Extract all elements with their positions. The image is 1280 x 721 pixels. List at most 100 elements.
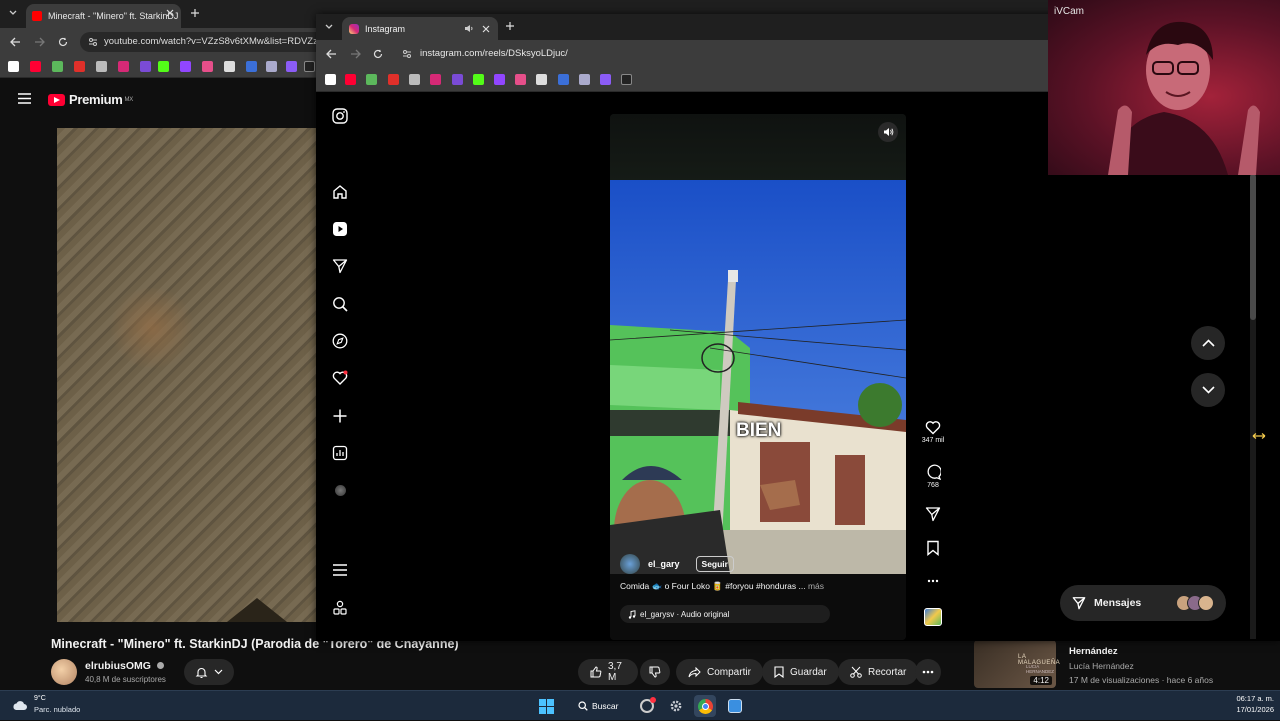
reels-icon[interactable] — [330, 219, 350, 239]
save-button[interactable]: Guardar — [762, 659, 839, 685]
x-bookmark-icon[interactable] — [8, 61, 19, 72]
new-tab-icon[interactable] — [505, 21, 515, 31]
youtube-tab[interactable]: Minecraft - "Minero" ft. StarkinDJ — [26, 4, 181, 28]
taskbar-app-recording[interactable] — [636, 695, 658, 717]
instagram-bookmark-icon[interactable] — [118, 61, 129, 72]
back-icon[interactable] — [326, 49, 337, 59]
youtube-video-player[interactable] — [57, 128, 317, 622]
s-bookmark-icon[interactable] — [409, 74, 420, 85]
related-video-title[interactable]: Hernández — [1069, 646, 1118, 657]
forward-icon[interactable] — [350, 49, 361, 59]
reel-author-avatar[interactable] — [620, 554, 640, 574]
previous-reel-button[interactable] — [1191, 326, 1225, 360]
home-icon[interactable] — [330, 182, 350, 202]
globe-bookmark-icon[interactable] — [579, 74, 590, 85]
site-info-icon[interactable] — [402, 49, 412, 59]
taskbar-app-ivcam[interactable] — [724, 695, 746, 717]
dislike-button[interactable] — [640, 659, 670, 685]
taskbar-date[interactable]: 17/01/2026 — [1222, 705, 1274, 714]
reel-audio-pill[interactable]: el_garysv · Audio original — [620, 605, 830, 623]
pink-bookmark-icon[interactable] — [202, 61, 213, 72]
dashboard-icon[interactable] — [330, 443, 350, 463]
reel-author-username[interactable]: el_gary — [648, 559, 680, 569]
search-icon[interactable] — [330, 294, 350, 314]
threads-bookmark-icon[interactable] — [452, 74, 463, 85]
more-menu-icon[interactable] — [330, 560, 350, 580]
red-bookmark-icon[interactable] — [74, 61, 85, 72]
share-action[interactable] — [923, 506, 943, 522]
purple-bookmark-icon[interactable] — [286, 61, 297, 72]
purple-bookmark-icon[interactable] — [600, 74, 611, 85]
next-reel-button[interactable] — [1191, 373, 1225, 407]
new-tab-icon[interactable] — [190, 8, 200, 18]
also-from-meta-icon[interactable] — [330, 598, 350, 618]
x-bookmark-icon[interactable] — [325, 74, 336, 85]
shop-bookmark-icon[interactable] — [366, 74, 377, 85]
instagram-logo-icon[interactable] — [330, 106, 350, 126]
instagram-tab[interactable]: Instagram — [342, 17, 498, 40]
pink-bookmark-icon[interactable] — [515, 74, 526, 85]
reel-more-action[interactable] — [923, 579, 943, 583]
channel-name[interactable]: elrubiusOMG — [85, 660, 164, 672]
follow-button[interactable]: Seguir — [695, 556, 734, 572]
messages-button[interactable]: Mensajes — [1060, 585, 1226, 621]
comment-action[interactable]: 768 — [923, 464, 943, 489]
clip-button[interactable]: Recortar — [838, 659, 919, 685]
site-info-icon[interactable] — [88, 37, 98, 47]
threads-bookmark-icon[interactable] — [140, 61, 151, 72]
more-actions-button[interactable] — [915, 659, 941, 685]
back-icon[interactable] — [10, 37, 21, 47]
instagram-address-bar[interactable]: instagram.com/reels/DSksyoLDjuc/ — [398, 44, 958, 64]
youtube-bookmark-icon[interactable] — [345, 74, 356, 85]
taskbar-app-settings[interactable] — [665, 695, 687, 717]
taskbar-search[interactable]: Buscar — [572, 696, 630, 716]
create-plus-icon[interactable] — [330, 406, 350, 426]
blue-bookmark-icon[interactable] — [558, 74, 569, 85]
instagram-bookmark-icon[interactable] — [430, 74, 441, 85]
twitch-bookmark-icon[interactable] — [494, 74, 505, 85]
twitch-bookmark-icon[interactable] — [180, 61, 191, 72]
kick-bookmark-icon[interactable] — [158, 61, 169, 72]
weather-widget[interactable]: 9°C Parc. nublado — [0, 691, 100, 721]
globe-bookmark-icon[interactable] — [266, 61, 277, 72]
direct-messages-icon[interactable] — [330, 256, 350, 276]
related-video-channel[interactable]: Lucía Hernández — [1069, 661, 1134, 671]
youtube-bookmark-icon[interactable] — [30, 61, 41, 72]
blue-bookmark-icon[interactable] — [246, 61, 257, 72]
start-button[interactable] — [535, 695, 557, 717]
reel-video-frame[interactable]: BIEN el_gary Seguir — [610, 180, 906, 574]
page-scrollbar[interactable] — [1250, 174, 1256, 639]
tab-audio-icon[interactable] — [464, 24, 474, 33]
audio-thumbnail[interactable] — [924, 608, 942, 626]
explore-icon[interactable] — [330, 331, 350, 351]
reload-icon[interactable] — [373, 49, 383, 59]
save-action[interactable] — [923, 540, 943, 556]
kick-bookmark-icon[interactable] — [473, 74, 484, 85]
tab-search-icon[interactable] — [8, 8, 18, 18]
w-bookmark-icon[interactable] — [536, 74, 547, 85]
youtube-premium-logo[interactable]: Premium MX — [48, 92, 133, 107]
mute-toggle-button[interactable] — [878, 122, 898, 142]
related-video-thumbnail[interactable]: LA MALAGUEÑA LUCIA HERNANDEZ 4:12 — [974, 640, 1060, 688]
channel-avatar[interactable] — [51, 659, 77, 685]
like-action[interactable]: 347 mil — [922, 420, 944, 444]
taskbar-time[interactable]: 06:17 a. m. — [1222, 694, 1274, 703]
forward-icon[interactable] — [34, 37, 45, 47]
s-bookmark-icon[interactable] — [96, 61, 107, 72]
taskbar-app-chrome[interactable] — [694, 695, 716, 717]
w-bookmark-icon[interactable] — [224, 61, 235, 72]
shop-bookmark-icon[interactable] — [52, 61, 63, 72]
close-tab-icon[interactable] — [482, 25, 490, 33]
profile-avatar-icon[interactable] — [330, 480, 350, 500]
tiktok-bookmark-icon[interactable] — [304, 61, 315, 72]
like-button[interactable]: 3,7 M — [578, 659, 638, 685]
youtube-menu-icon[interactable] — [18, 93, 31, 104]
reload-icon[interactable] — [58, 37, 68, 47]
tiktok-bookmark-icon[interactable] — [621, 74, 632, 85]
notifications-button[interactable] — [184, 659, 234, 685]
close-tab-icon[interactable] — [166, 9, 174, 17]
notifications-heart-icon[interactable] — [330, 368, 350, 388]
red-bookmark-icon[interactable] — [388, 74, 399, 85]
share-button[interactable]: Compartir — [676, 659, 763, 685]
reel-caption-more[interactable]: más — [808, 581, 824, 591]
